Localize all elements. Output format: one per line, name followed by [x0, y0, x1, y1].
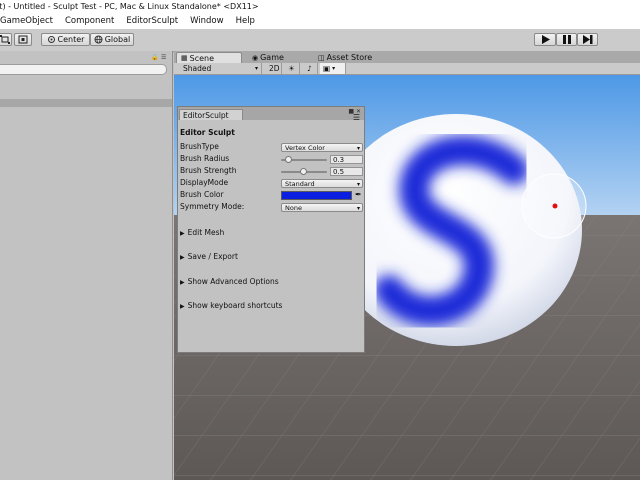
menu-window[interactable]: Window: [184, 14, 230, 29]
foldout-arrow-icon: ▶: [180, 230, 185, 237]
lock-icon[interactable]: 🔒: [151, 54, 158, 61]
toggle-2d-button[interactable]: 2D: [266, 63, 282, 74]
lighting-toggle[interactable]: ☀: [284, 63, 300, 74]
pivot-center-button[interactable]: Center: [41, 33, 90, 46]
symmetry-mode-dropdown[interactable]: None ▾: [281, 203, 363, 212]
play-button[interactable]: [534, 33, 556, 46]
brush-radius-field[interactable]: 0.3: [330, 155, 363, 164]
asset-store-icon: ◫: [318, 53, 325, 62]
foldout-edit-mesh[interactable]: ▶ Edit Mesh: [180, 228, 224, 237]
editor-sculpt-tab[interactable]: EditorSculpt: [179, 109, 243, 120]
chevron-down-icon: ▾: [356, 205, 360, 212]
foldout-keyboard-shortcuts[interactable]: ▶ Show keyboard shortcuts: [180, 301, 282, 310]
transform-tool-icon: [18, 35, 28, 44]
panel-heading: Editor Sculpt: [180, 128, 235, 137]
sun-icon: ☀: [288, 64, 295, 73]
brush-radius-label: Brush Radius: [180, 154, 230, 163]
menu-editorsculpt[interactable]: EditorSculpt: [120, 14, 184, 29]
eyedropper-icon[interactable]: ✒: [355, 190, 362, 199]
main-toolbar: Center Global: [0, 29, 640, 52]
display-mode-dropdown[interactable]: Standard ▾: [281, 179, 363, 188]
scene-toolbar: Shaded ▾ 2D ☀ ♪ ▣ ▾: [174, 63, 640, 75]
title-bar: bit) - Untitled - Sculpt Test - PC, Mac …: [0, 0, 640, 14]
foldout-advanced-options[interactable]: ▶ Show Advanced Options: [180, 277, 279, 286]
editor-sculpt-tab-bar: EditorSculpt ■ ✕: [178, 107, 364, 120]
brush-strength-field[interactable]: 0.5: [330, 167, 363, 176]
tab-scene-label: Scene: [189, 53, 215, 63]
play-icon: [541, 35, 550, 44]
foldout-save-export[interactable]: ▶ Save / Export: [180, 252, 238, 261]
scene-icon: ▦: [181, 54, 188, 62]
view-tab-strip: ▦ Scene ◉ Game ◫ Asset Store: [174, 51, 640, 63]
window-title: bit) - Untitled - Sculpt Test - PC, Mac …: [0, 2, 259, 11]
chevron-down-icon: ▾: [332, 65, 336, 72]
editor-sculpt-window: EditorSculpt ■ ✕ ☰ Editor Sculpt BrushTy…: [177, 106, 365, 353]
pause-button[interactable]: [556, 33, 577, 46]
toggle-2d-label: 2D: [269, 64, 280, 73]
tab-game[interactable]: ◉ Game: [248, 52, 308, 63]
foldout-label: Edit Mesh: [187, 228, 225, 237]
step-button[interactable]: [577, 33, 598, 46]
brush-type-label: BrushType: [180, 142, 219, 151]
foldout-label: Show Advanced Options: [187, 277, 279, 286]
shading-mode-label: Shaded: [183, 64, 212, 73]
foldout-label: Save / Export: [187, 252, 238, 261]
panel-menu-icon[interactable]: ☰: [161, 54, 166, 61]
space-label: Global: [104, 35, 131, 44]
pivot-icon: [47, 36, 55, 43]
brush-type-value: Vertex Color: [285, 144, 325, 152]
global-space-button[interactable]: Global: [90, 33, 134, 46]
symmetry-mode-value: None: [285, 204, 302, 212]
transform-tool-button[interactable]: [14, 33, 32, 46]
hierarchy-search-field[interactable]: [0, 64, 167, 75]
pivot-label: Center: [57, 35, 85, 44]
rect-tool-button[interactable]: [0, 33, 12, 46]
chevron-down-icon: ▾: [356, 181, 360, 188]
effects-dropdown[interactable]: ▣ ▾: [320, 63, 346, 74]
globe-icon: [94, 35, 103, 44]
game-icon: ◉: [252, 53, 259, 62]
shading-mode-dropdown[interactable]: Shaded ▾: [180, 63, 262, 74]
tab-scene[interactable]: ▦ Scene: [176, 52, 242, 63]
menu-bar: GameObject Component EditorSculpt Window…: [0, 14, 640, 29]
brush-color-label: Brush Color: [180, 190, 224, 199]
brush-type-dropdown[interactable]: Vertex Color ▾: [281, 143, 363, 152]
chevron-down-icon: ▾: [356, 145, 360, 152]
panel-menu-icon[interactable]: ☰: [353, 113, 360, 122]
image-icon: ▣: [323, 64, 331, 73]
foldout-arrow-icon: ▶: [180, 303, 185, 310]
brush-radius-slider-knob[interactable]: [285, 156, 292, 163]
menu-help[interactable]: Help: [230, 14, 261, 29]
pause-icon: [562, 35, 571, 44]
display-mode-label: DisplayMode: [180, 178, 229, 187]
tab-asset-store-label: Asset Store: [326, 53, 373, 62]
speaker-icon: ♪: [307, 64, 312, 73]
brush-cursor-dot: [552, 203, 558, 209]
symmetry-mode-label: Symmetry Mode:: [180, 202, 245, 211]
audio-toggle[interactable]: ♪: [302, 63, 318, 74]
step-icon: [582, 35, 592, 44]
hierarchy-panel: 🔒 ☰: [0, 51, 173, 480]
brush-color-swatch[interactable]: [281, 191, 352, 200]
chevron-down-icon: ▾: [254, 65, 258, 72]
brush-strength-slider-knob[interactable]: [300, 168, 307, 175]
tab-game-label: Game: [260, 53, 284, 62]
rect-tool-icon: [0, 35, 10, 44]
hierarchy-header-row: [0, 99, 172, 107]
menu-gameobject[interactable]: GameObject: [0, 14, 59, 29]
brush-strength-label: Brush Strength: [180, 166, 237, 175]
foldout-label: Show keyboard shortcuts: [187, 301, 283, 310]
display-mode-value: Standard: [285, 180, 315, 188]
foldout-arrow-icon: ▶: [180, 254, 185, 261]
menu-component[interactable]: Component: [59, 14, 120, 29]
foldout-arrow-icon: ▶: [180, 279, 185, 286]
tab-asset-store[interactable]: ◫ Asset Store: [314, 52, 394, 63]
